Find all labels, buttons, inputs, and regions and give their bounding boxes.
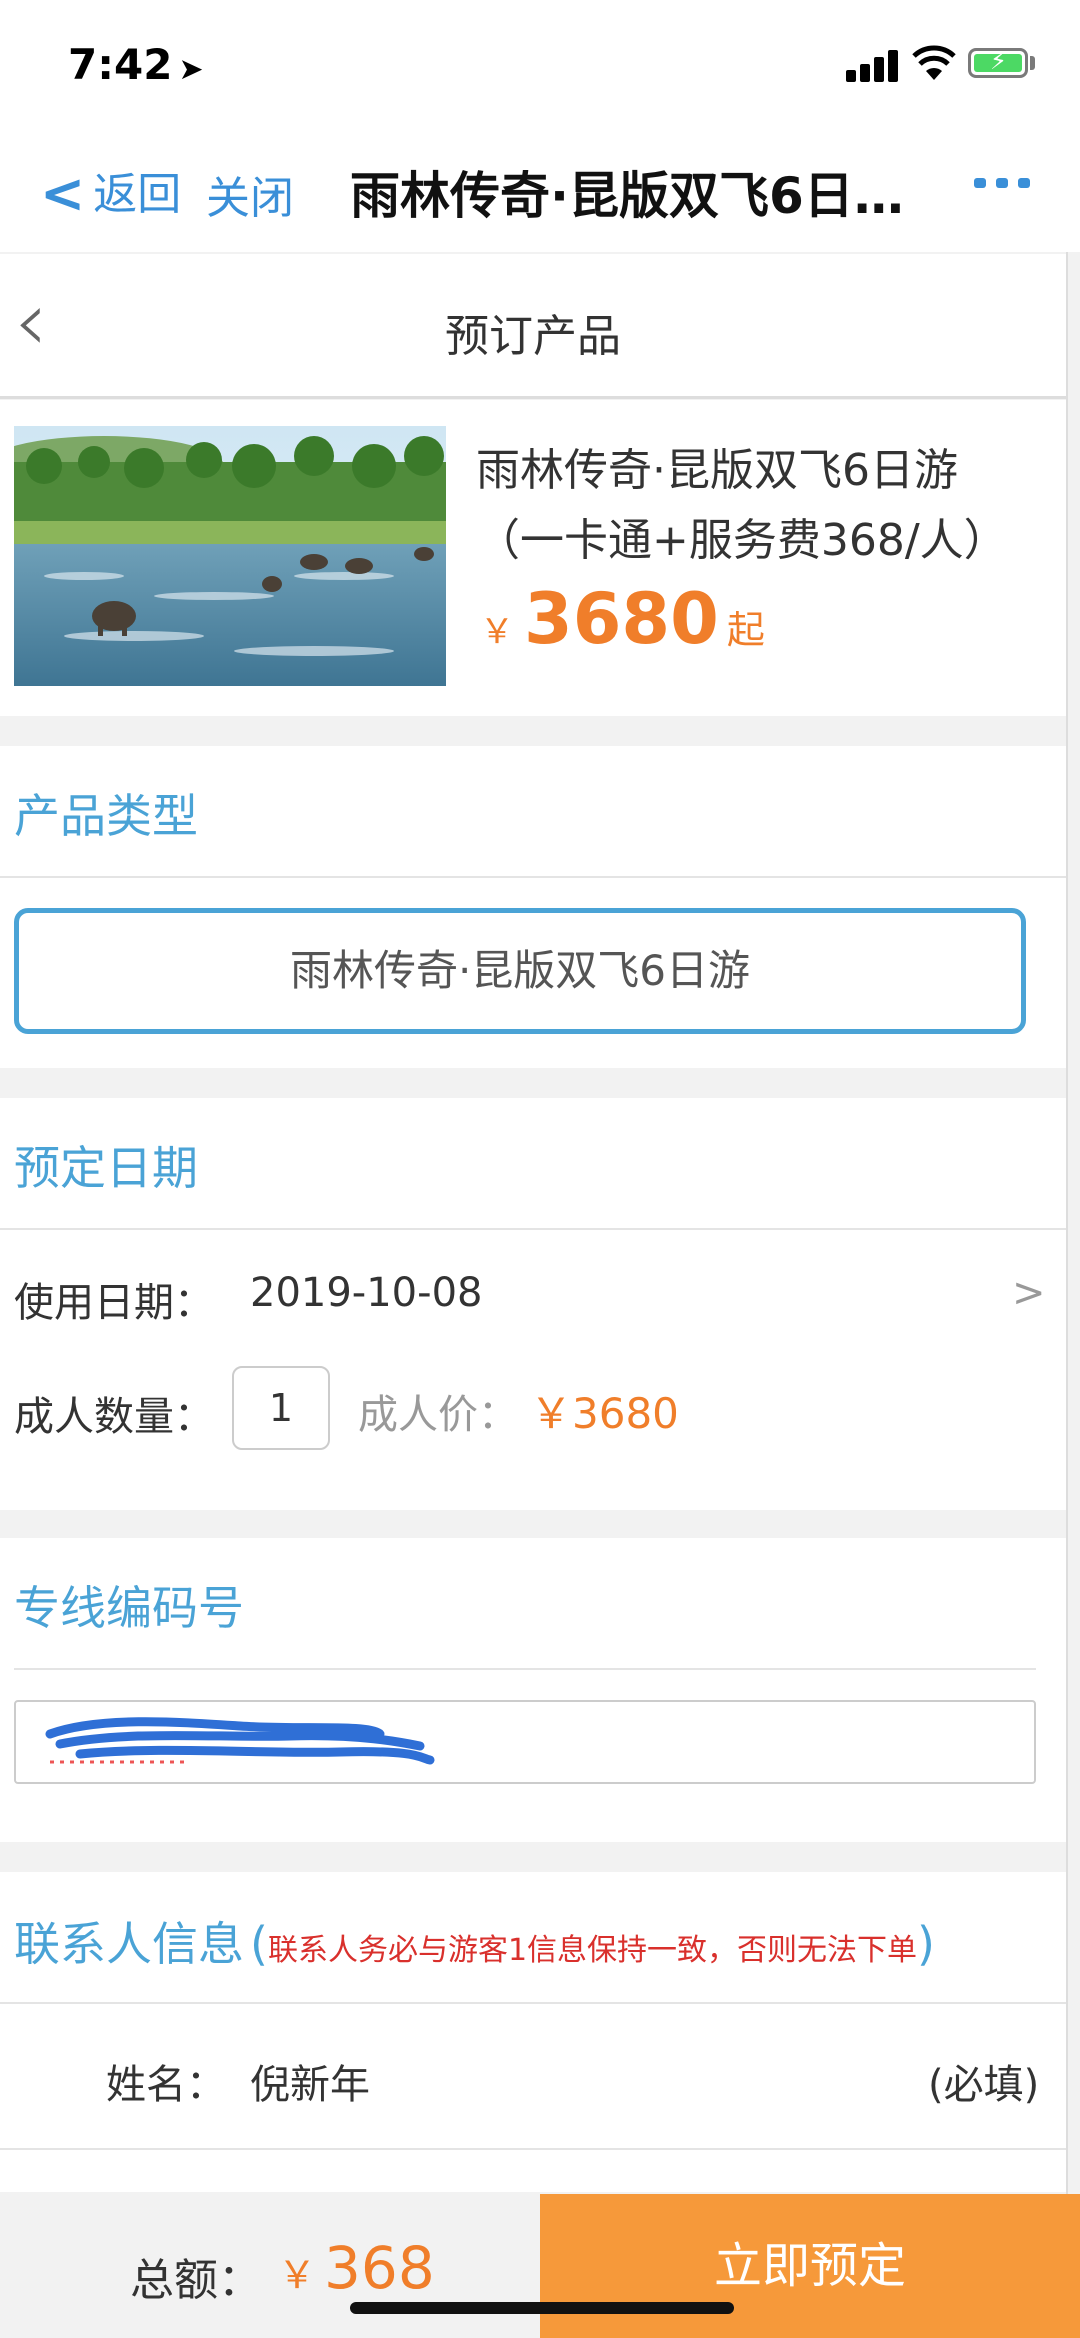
booking-date-title: 预定日期: [14, 1141, 198, 1195]
redaction-scribble: [45, 1717, 435, 1765]
battery-icon: ⚡: [968, 47, 1028, 78]
adult-qty-input[interactable]: 1: [232, 1366, 330, 1450]
name-input[interactable]: 倪新年: [250, 2052, 370, 2110]
contact-warning: 联系人务必与游客1信息保持一致，否则无法下单: [267, 1933, 918, 1968]
contact-title: 联系人信息 (联系人务必与游客1信息保持一致，否则无法下单): [14, 1917, 935, 1971]
divider: [14, 1668, 1036, 1670]
product-price: ￥ 3680 起: [480, 578, 765, 660]
total-amount: ￥ 368: [278, 2234, 435, 2302]
product-type-option[interactable]: 雨林传奇·昆版双飞6日游: [14, 908, 1026, 1034]
book-now-button[interactable]: 立即预定: [540, 2194, 1080, 2338]
use-date-value[interactable]: 2019-10-08: [250, 1270, 482, 1316]
product-image[interactable]: [14, 426, 446, 686]
name-label: 姓名：: [106, 2062, 226, 2108]
adult-price-label: 成人价：: [358, 1392, 518, 1438]
home-indicator[interactable]: [350, 2302, 734, 2314]
required-hint: (必填): [928, 2062, 1040, 2108]
cellular-signal-icon: [846, 48, 900, 82]
product-subtitle: （一卡通+服务费368/人）: [476, 515, 1008, 566]
chevron-right-icon[interactable]: >: [1012, 1270, 1046, 1316]
chevron-left-icon: <: [40, 162, 86, 225]
product-type-title: 产品类型: [14, 789, 198, 843]
divider: [0, 2002, 1066, 2004]
back-button[interactable]: < 返回: [40, 158, 181, 225]
status-time: 7:42 ➤: [68, 40, 204, 89]
line-code-title: 专线编码号: [14, 1581, 244, 1635]
close-button[interactable]: 关闭: [206, 162, 294, 226]
divider: [0, 876, 1066, 878]
divider: [0, 1228, 1066, 1230]
more-options-icon[interactable]: [974, 178, 1030, 190]
total-label: 总额：: [130, 2255, 262, 2306]
total-bar: [0, 2194, 540, 2338]
adult-qty-label: 成人数量：: [14, 1394, 214, 1440]
battery-cap: [1030, 56, 1035, 70]
wifi-icon: [912, 45, 956, 80]
location-arrow-icon: ➤: [178, 52, 204, 87]
divider: [0, 2148, 1066, 2150]
product-name: 雨林传奇·昆版双飞6日游: [476, 445, 958, 496]
use-date-label: 使用日期：: [14, 1280, 214, 1326]
booking-title: 预订产品: [445, 311, 621, 362]
adult-price-value: ￥3680: [530, 1389, 679, 1438]
page-title: 雨林传奇·昆版双飞6日…: [350, 167, 904, 225]
